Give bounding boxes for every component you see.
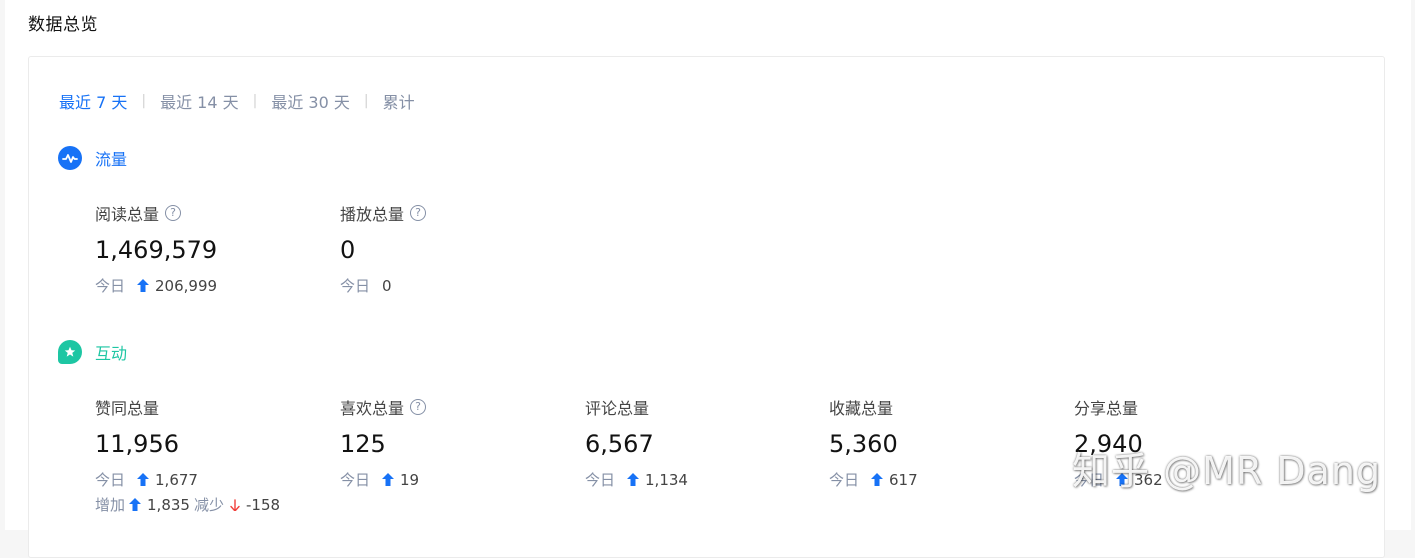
decrease-label: 减少 <box>193 496 224 514</box>
today-delta: 19 <box>400 470 420 489</box>
tab-divider: | <box>252 93 258 109</box>
down-arrow-icon <box>230 498 240 511</box>
metric-play-total: 播放总量 ? 0 今日 0 <box>340 201 570 296</box>
page-container: 数据总览 最近 7 天 | 最近 14 天 | 最近 30 天 | 累计 流量 … <box>5 0 1411 558</box>
help-icon[interactable]: ? <box>410 399 427 415</box>
metric-value: 6,567 <box>585 430 654 458</box>
increase-label: 增加 <box>95 496 126 514</box>
help-icon[interactable]: ? <box>410 205 427 221</box>
interaction-section-title: 互动 <box>95 344 128 363</box>
metric-value: 5,360 <box>829 430 898 458</box>
metric-value: 1,469,579 <box>95 236 218 264</box>
metric-label: 播放总量 <box>340 205 405 224</box>
today-label: 今日 <box>95 471 126 489</box>
metric-label: 分享总量 <box>1074 399 1139 418</box>
watermark: 知乎 @MR Dang <box>1072 449 1382 493</box>
metric-label: 收藏总量 <box>829 399 894 418</box>
today-delta: 617 <box>889 470 918 489</box>
metric-label: 赞同总量 <box>95 399 160 418</box>
tab-divider: | <box>363 93 369 109</box>
traffic-section-header: 流量 <box>58 146 127 170</box>
metric-label: 阅读总量 <box>95 205 160 224</box>
metric-value: 11,956 <box>95 430 179 458</box>
tab-divider: | <box>141 93 147 109</box>
tab-last-7-days[interactable]: 最近 7 天 <box>59 89 127 113</box>
metric-upvote-total: 赞同总量 11,956 今日 1,677 增加 1,835 减少 -158 <box>95 395 325 515</box>
metric-value: 125 <box>340 430 386 458</box>
up-arrow-icon <box>627 473 640 486</box>
tab-last-30-days[interactable]: 最近 30 天 <box>271 89 350 113</box>
time-range-tabs: 最近 7 天 | 最近 14 天 | 最近 30 天 | 累计 <box>59 89 415 113</box>
metric-read-total: 阅读总量 ? 1,469,579 今日 206,999 <box>95 201 325 296</box>
up-arrow-icon <box>137 473 150 486</box>
change-breakdown: 增加 1,835 减少 -158 <box>95 494 325 515</box>
metric-label: 评论总量 <box>585 399 650 418</box>
increase-value: 1,835 <box>147 495 190 514</box>
star-chat-icon <box>58 340 82 364</box>
interaction-section-header: 互动 <box>58 340 127 364</box>
up-arrow-icon <box>129 498 142 511</box>
up-arrow-icon <box>137 279 150 292</box>
metric-comment-total: 评论总量 6,567 今日 1,134 <box>585 395 815 490</box>
today-delta: 1,677 <box>155 470 198 489</box>
today-delta: 206,999 <box>155 276 218 295</box>
metric-value: 0 <box>340 236 356 264</box>
help-icon[interactable]: ? <box>165 205 182 221</box>
traffic-section-title: 流量 <box>95 150 128 169</box>
tab-last-14-days[interactable]: 最近 14 天 <box>160 89 239 113</box>
today-label: 今日 <box>829 471 860 489</box>
metric-collect-total: 收藏总量 5,360 今日 617 <box>829 395 1059 490</box>
today-label: 今日 <box>340 471 371 489</box>
metric-label: 喜欢总量 <box>340 399 405 418</box>
page-title: 数据总览 <box>28 15 98 35</box>
today-label: 今日 <box>340 277 371 295</box>
decrease-value: -158 <box>245 495 281 514</box>
metric-like-total: 喜欢总量 ? 125 今日 19 <box>340 395 570 490</box>
today-delta: 1,134 <box>645 470 688 489</box>
today-delta: 0 <box>382 276 392 295</box>
today-label: 今日 <box>585 471 616 489</box>
pulse-icon <box>58 146 82 170</box>
today-label: 今日 <box>95 277 126 295</box>
up-arrow-icon <box>871 473 884 486</box>
tab-cumulative[interactable]: 累计 <box>383 89 415 113</box>
up-arrow-icon <box>382 473 395 486</box>
